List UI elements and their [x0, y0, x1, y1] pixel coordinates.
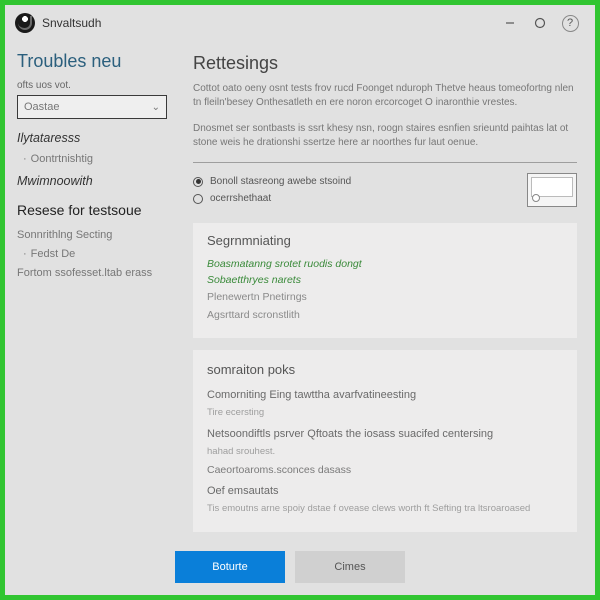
detail-line: hahad srouhest. [207, 443, 563, 461]
app-logo-icon [15, 13, 35, 33]
sidebar-section-1-list: Oontrtnishtig [17, 150, 167, 168]
detail-line: Tis emoutns arne spoiy dstae f ovease cl… [207, 500, 563, 518]
page-heading: Rettesings [193, 53, 577, 74]
detail-line: Comorniting Eing tawttha avarfvatineesti… [207, 383, 563, 404]
radio-dot-icon [193, 194, 203, 204]
help-button[interactable]: ? [555, 5, 585, 41]
panel-link[interactable]: Sobaetthryes narets [207, 272, 563, 288]
footer: Boturte Cimes [5, 545, 595, 595]
panel-details: somraiton poks Comorniting Eing tawttha … [193, 350, 577, 532]
radio-option-1[interactable]: Bonoll stasreong awebe stsoind [193, 173, 515, 190]
sidebar-section-3-list: Fedst De [17, 245, 167, 263]
radio-label: ocerrshethaat [210, 193, 271, 204]
detail-line: Caeortoaroms.sconces dasass [207, 461, 563, 479]
sidebar-item[interactable]: Fortom ssofesset.ltab erass [17, 263, 167, 283]
question-icon: ? [562, 15, 579, 32]
radio-dot-icon [193, 177, 203, 187]
panel-heading: Segrnmniating [207, 233, 563, 248]
content: Rettesings Cottot oato oeny osnt tests f… [175, 41, 595, 545]
chevron-down-icon: ⌄ [152, 102, 160, 113]
sidebar-item[interactable]: Fedst De [23, 245, 167, 263]
intro-text-2: Dnosmet ser sontbasts is ssrt khesy nsn,… [193, 122, 577, 150]
secondary-button[interactable]: Cimes [295, 551, 405, 583]
detail-line: Netsoondiftls psrver Qftoats the iosass … [207, 422, 563, 443]
radio-label: Bonoll stasreong awebe stsoind [210, 176, 351, 187]
sidebar-item[interactable]: Sonnrithlng Secting [17, 225, 167, 245]
sidebar-section-2-head: Mwimnoowith [17, 174, 167, 188]
titlebar: Snvaltsudh ? [5, 5, 595, 41]
sidebar: Troubles neu ofts uos vot. Oastae ⌄ Ilyt… [5, 41, 175, 545]
intro-text-1: Cottot oato oeny osnt tests frov rucd Fo… [193, 82, 577, 110]
panel-recommended: Segrnmniating Boasmatanng srotet ruodis … [193, 223, 577, 338]
panel-heading: somraiton poks [207, 362, 563, 377]
sidebar-item[interactable]: Oontrtnishtig [23, 150, 167, 168]
preview-thumbnail-icon [527, 173, 577, 207]
app-title: Snvaltsudh [42, 16, 101, 30]
minimize-button[interactable] [495, 5, 525, 41]
maximize-button[interactable] [525, 5, 555, 41]
panel-link[interactable]: Boasmatanng srotet ruodis dongt [207, 256, 563, 272]
main-area: Troubles neu ofts uos vot. Oastae ⌄ Ilyt… [5, 41, 595, 545]
panel-link[interactable]: Agsrttard scronstlith [207, 306, 563, 324]
radio-group: Bonoll stasreong awebe stsoind ocerrshet… [193, 162, 577, 211]
category-combo[interactable]: Oastae ⌄ [17, 95, 167, 119]
panel-link[interactable]: Plenewertn Pnetirngs [207, 288, 563, 306]
primary-button[interactable]: Boturte [175, 551, 285, 583]
sidebar-combo-label: ofts uos vot. [17, 80, 167, 91]
sidebar-section-1-head: Ilytataresss [17, 131, 167, 145]
combo-placeholder: Oastae [24, 101, 59, 113]
radio-option-2[interactable]: ocerrshethaat [193, 190, 515, 207]
detail-line: Tire ecersting [207, 404, 563, 422]
detail-line: Oef emsautats [207, 479, 563, 500]
sidebar-section-3-head: Resese for testsoue [17, 202, 167, 218]
sidebar-title: Troubles neu [17, 51, 167, 72]
